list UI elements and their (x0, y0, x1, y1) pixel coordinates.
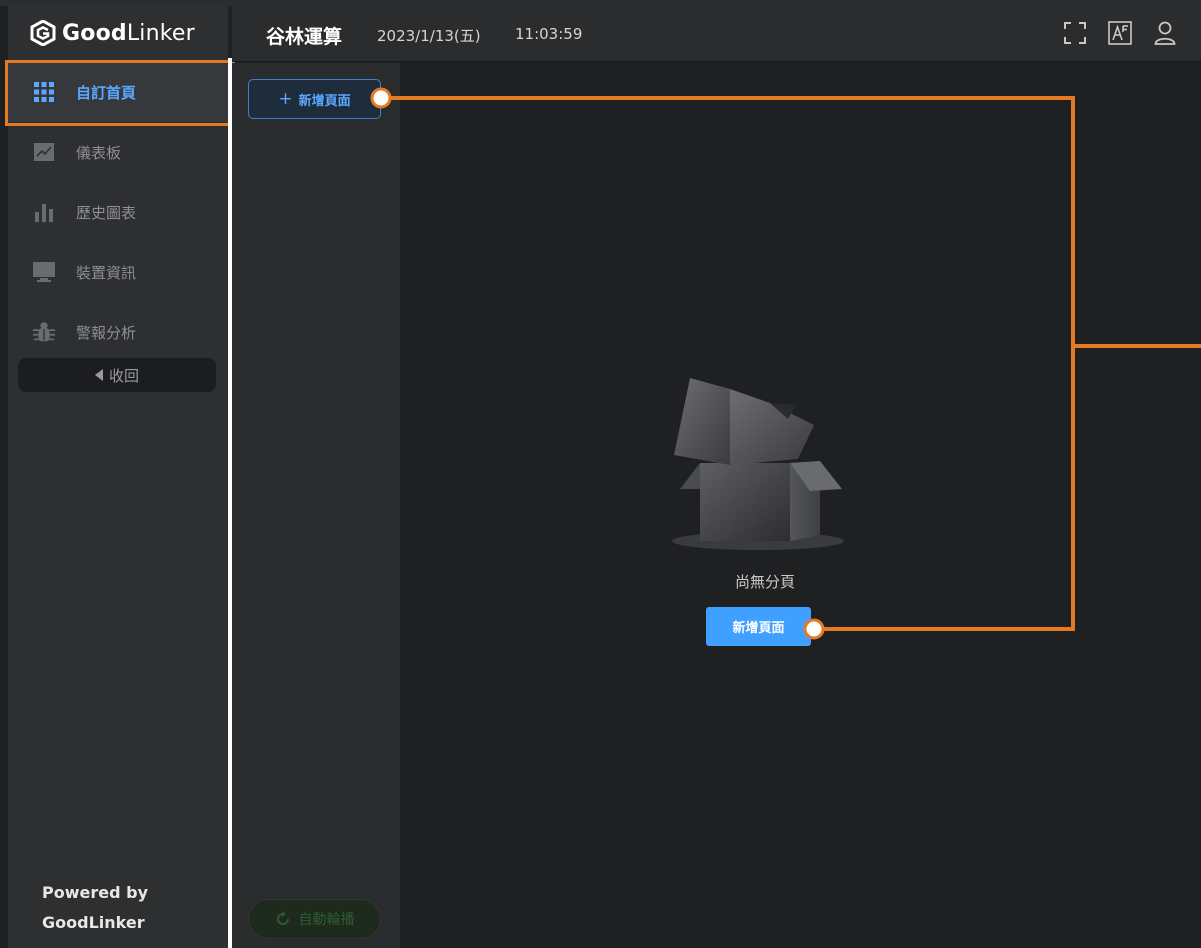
user-icon[interactable] (1152, 20, 1178, 46)
add-page-button[interactable]: + 新增頁面 (248, 79, 381, 119)
caret-left-icon (94, 369, 103, 381)
bar-chart-icon (32, 200, 56, 224)
empty-state-message: 尚無分頁 (734, 573, 795, 591)
sidebar-item-history-charts[interactable]: 歷史圖表 (8, 182, 228, 242)
powered-by-brand: GoodLinker (42, 913, 145, 932)
page-title: 谷林運算 (266, 26, 343, 48)
sidebar-item-custom-home[interactable]: 自訂首頁 (5, 60, 235, 126)
add-page-label: 新增頁面 (298, 93, 351, 109)
app-window: GoodLinker 自訂首頁 儀表板 歷史圖表 裝置資訊 警報分析 收回 Po… (0, 0, 1201, 948)
sidebar-menu: 自訂首頁 儀表板 歷史圖表 裝置資訊 警報分析 (5, 60, 235, 362)
header-bar: 谷林運算 2023/1/13(五) 11:03:59 (232, 6, 1201, 62)
main-content: 尚無分頁 新增頁面 (400, 63, 1201, 948)
sidebar-item-label: 裝置資訊 (76, 263, 137, 282)
header-time: 11:03:59 (515, 25, 583, 43)
logo: GoodLinker (30, 18, 195, 48)
refresh-icon (276, 911, 289, 925)
empty-add-page-button[interactable]: 新增頁面 (706, 607, 811, 646)
grid-icon (32, 80, 56, 104)
fullscreen-icon[interactable] (1062, 20, 1088, 46)
powered-by-line: Powered by (42, 883, 148, 902)
monitor-icon (32, 260, 56, 284)
bug-icon (32, 320, 56, 344)
powered-by: Powered by GoodLinker (42, 878, 148, 938)
autoplay-label: 自動輪播 (298, 912, 355, 928)
sidebar-item-label: 警報分析 (76, 323, 137, 342)
plus-icon: + (278, 89, 293, 109)
header-date: 2023/1/13(五) (377, 27, 481, 45)
sidebar-item-label: 歷史圖表 (76, 203, 137, 222)
line-chart-icon (32, 140, 56, 164)
sidebar-item-dashboard[interactable]: 儀表板 (8, 122, 228, 182)
goodlinker-logo-icon (30, 20, 56, 46)
collapse-sidebar-button[interactable]: 收回 (18, 358, 216, 392)
collapse-label: 收回 (108, 366, 139, 385)
logo-text: GoodLinker (62, 20, 195, 46)
sidebar-item-label: 儀表板 (76, 143, 122, 162)
font-size-icon[interactable] (1107, 20, 1133, 46)
sidebar-item-label: 自訂首頁 (76, 83, 137, 102)
sidebar: GoodLinker 自訂首頁 儀表板 歷史圖表 裝置資訊 警報分析 收回 Po… (5, 6, 235, 948)
sidebar-item-device-info[interactable]: 裝置資訊 (8, 242, 228, 302)
autoplay-button[interactable]: 自動輪播 (248, 899, 381, 939)
empty-box-illustration (672, 378, 844, 550)
sidebar-item-alarm-analysis[interactable]: 警報分析 (8, 302, 228, 362)
page-list-panel: + 新增頁面 自動輪播 (232, 63, 400, 948)
